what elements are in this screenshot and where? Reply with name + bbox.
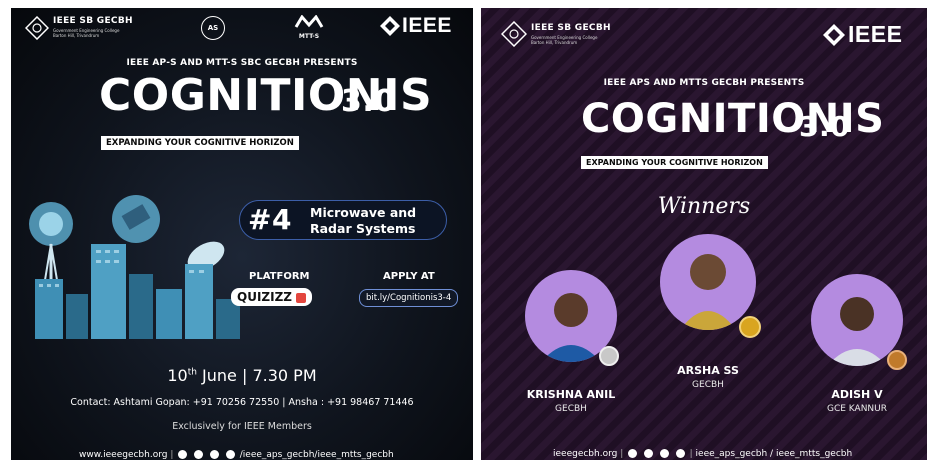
instagram-icon[interactable]	[194, 450, 204, 459]
presents-text: IEEE APS AND MTTS GECBH PRESENTS	[603, 78, 805, 88]
social-handles: /ieee_aps_gecbh/ieee_mtts_gecbh	[239, 450, 394, 460]
gold-medal-icon	[739, 316, 761, 338]
mtts-logo-icon: MTT-S	[294, 14, 324, 40]
date-day: 10	[167, 366, 188, 385]
footer: www.ieeegecbh.org | /ieee_aps_gecbh/ieee…	[79, 450, 394, 460]
linkedin-icon[interactable]	[225, 450, 235, 459]
silver-medal-icon	[599, 346, 619, 366]
winners-heading: Winners	[657, 194, 751, 219]
footer-divider: |	[170, 450, 177, 460]
winner-1-name: KRISHNA ANIL	[526, 388, 616, 401]
twitter-icon[interactable]	[210, 450, 219, 459]
tagline: EXPANDING YOUR COGNITIVE HORIZON	[101, 136, 299, 150]
facebook-icon[interactable]	[644, 449, 654, 458]
footer-divider: |	[620, 449, 627, 459]
org-name: IEEE SB GECBH	[53, 16, 133, 26]
date-suffix: th	[187, 367, 197, 378]
event-version: 3.0	[799, 110, 851, 143]
social-handles: ieee_aps_gecbh / ieee_mtts_gecbh	[695, 449, 853, 459]
platform-label: PLATFORM	[249, 271, 310, 282]
ieee-diamond-icon	[822, 23, 846, 47]
quizizz-badge: QUIZIZZ	[231, 288, 313, 306]
winner-2-institution: GECBH	[692, 380, 724, 390]
episode-pill: #4 Microwave and Radar Systems	[239, 200, 447, 240]
winner-2-name: ARSHA SS	[677, 364, 739, 377]
quizizz-icon	[296, 292, 307, 303]
instagram-icon[interactable]	[659, 449, 669, 458]
website-link[interactable]: www.ieeegecbh.org	[79, 450, 167, 460]
event-version: 3.0	[341, 84, 396, 119]
aps-logo-icon: AS	[201, 16, 225, 40]
city-radar-illustration	[21, 184, 246, 344]
platform-name: QUIZIZZ	[237, 290, 292, 304]
contact-info: Contact: Ashtami Gopan: +91 70256 72550 …	[70, 397, 414, 408]
tagline: EXPANDING YOUR COGNITIVE HORIZON	[581, 156, 768, 169]
episode-title-line-1: Microwave and	[310, 205, 417, 220]
mtts-logo-text: MTT-S	[298, 33, 320, 40]
ieee-sb-logo-icon	[24, 15, 50, 41]
avatar-winner-2	[660, 234, 756, 330]
poster-announcement: IEEE SB GECBH Government Engineering Col…	[11, 8, 473, 460]
exclusive-note: Exclusively for IEEE Members	[172, 421, 312, 432]
website-link[interactable]: ieeegecbh.org	[553, 449, 617, 459]
ieee-sb-logo-icon	[500, 20, 528, 48]
date-time: June | 7.30 PM	[196, 366, 317, 385]
facebook-icon[interactable]	[178, 450, 188, 459]
org-sub-2: Barton Hill, Trivandrum	[53, 33, 100, 38]
ieee-logo: IEEE	[402, 14, 452, 37]
footer: ieeegecbh.org | | ieee_aps_gecbh / ieee_…	[553, 449, 852, 459]
winner-3-name: ADISH V	[831, 388, 883, 401]
ieee-diamond-icon	[379, 15, 401, 37]
event-date: 10th June | 7.30 PM	[11, 366, 473, 385]
episode-number: #4	[248, 203, 292, 236]
bronze-medal-icon	[887, 350, 907, 370]
org-name: IEEE SB GECBH	[531, 23, 611, 33]
episode-title-line-2: Radar Systems	[310, 221, 416, 236]
apply-label: APPLY AT	[383, 271, 435, 282]
presents-text: IEEE AP-S AND MTT-S SBC GECBH PRESENTS	[126, 58, 358, 68]
apply-link[interactable]: bit.ly/Cognitionis3-4	[359, 289, 459, 307]
ieee-logo: IEEE	[848, 21, 903, 47]
poster-winners: IEEE SB GECBH Government Engineering Col…	[481, 8, 927, 460]
linkedin-icon[interactable]	[675, 449, 685, 458]
twitter-icon[interactable]	[628, 449, 638, 458]
winner-3-institution: GCE KANNUR	[826, 404, 887, 414]
winner-1-institution: GECBH	[555, 404, 587, 414]
org-sub-2: Barton Hill, Trivandrum	[531, 40, 578, 45]
